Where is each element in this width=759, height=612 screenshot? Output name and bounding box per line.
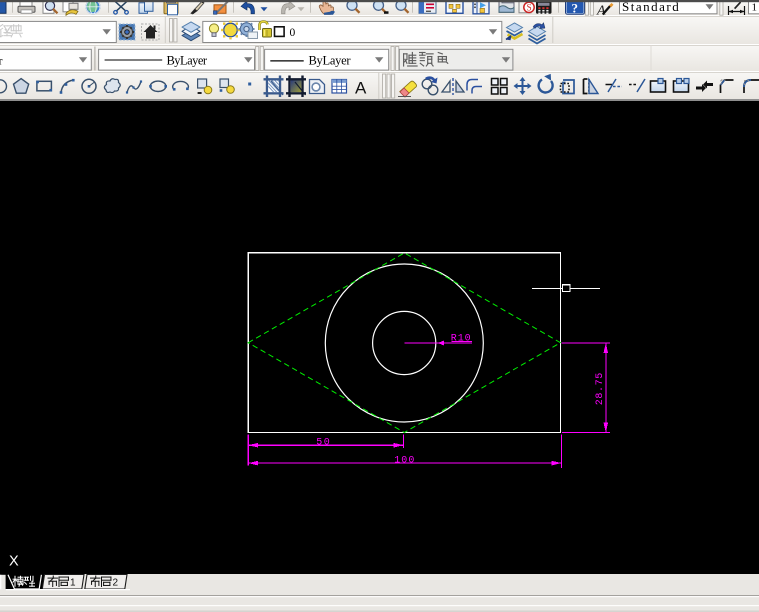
- svg-text:?: ?: [572, 0, 579, 15]
- svg-text:ByLayer: ByLayer: [167, 53, 208, 67]
- svg-text:1: 1: [752, 2, 758, 14]
- svg-text:1: 1: [70, 577, 76, 588]
- svg-text:0: 0: [290, 27, 296, 39]
- svg-text:ByLayer: ByLayer: [309, 53, 352, 67]
- svg-text:2: 2: [113, 577, 119, 588]
- svg-text:S: S: [527, 3, 532, 13]
- svg-text:28.75: 28.75: [595, 372, 606, 405]
- svg-text:X: X: [9, 554, 19, 570]
- svg-text:R10: R10: [451, 334, 472, 345]
- svg-text:A: A: [355, 79, 367, 98]
- svg-text:100: 100: [394, 456, 415, 467]
- svg-text:r: r: [0, 53, 3, 67]
- svg-text:50: 50: [316, 438, 331, 449]
